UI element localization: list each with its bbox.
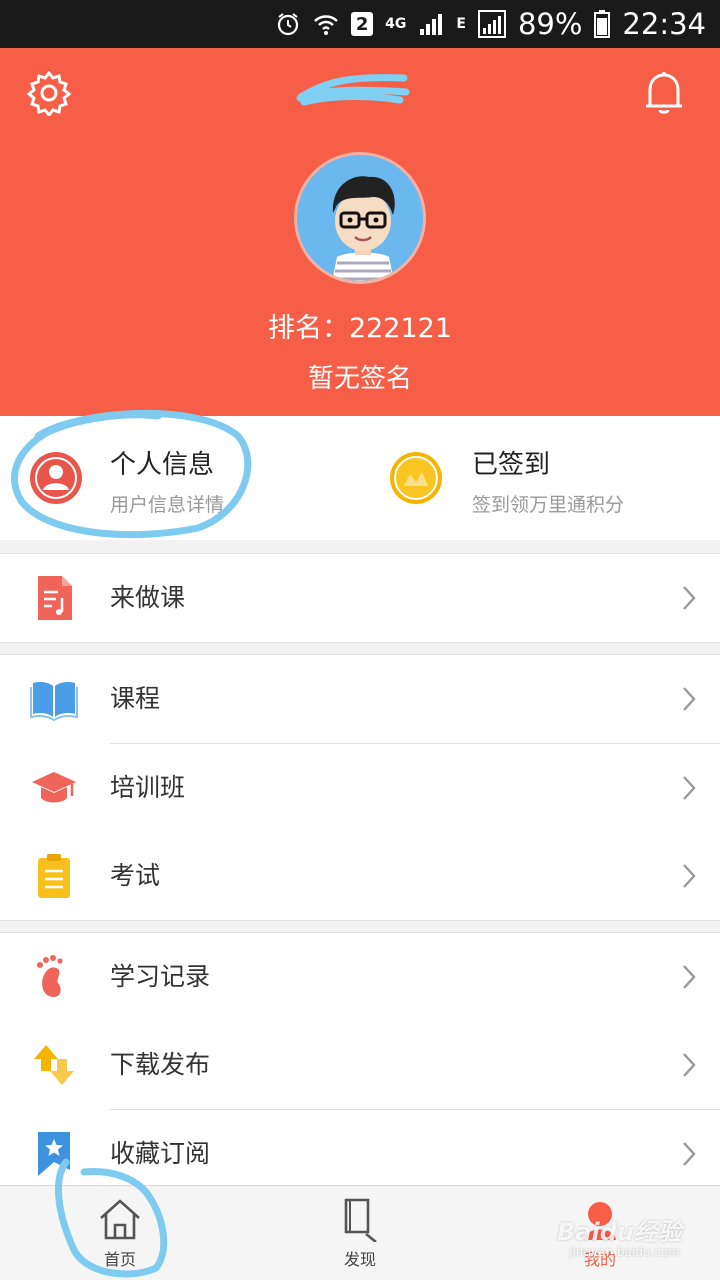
signal-icon-2 <box>477 10 506 38</box>
notification-bell-icon[interactable] <box>642 70 686 116</box>
menu-group-2: 课程 培训班 考试 <box>0 654 720 921</box>
network-e-label: E <box>456 16 466 32</box>
personal-info-entry[interactable]: 个人信息 用户信息详情 <box>0 416 360 540</box>
personal-info-title: 个人信息 <box>110 450 215 480</box>
chevron-right-icon <box>683 776 696 800</box>
user-profile-icon <box>30 452 82 504</box>
sim-indicator: 2 <box>351 12 374 36</box>
document-music-icon <box>30 574 78 622</box>
menu-group-1: 来做课 <box>0 553 720 643</box>
baidu-watermark: Baidu经验 <box>557 1218 682 1246</box>
chevron-right-icon <box>683 1053 696 1077</box>
footprint-icon <box>30 953 78 1001</box>
chevron-right-icon <box>683 864 696 888</box>
menu-item-study-record[interactable]: 学习记录 <box>0 933 720 1021</box>
baidu-watermark-url: jingyan.baidu.com <box>569 1245 680 1259</box>
menu-item-label: 培训班 <box>110 773 186 802</box>
menu-item-label: 学习记录 <box>110 962 211 991</box>
menu-item-label: 来做课 <box>110 583 186 612</box>
graduation-cap-icon <box>30 764 78 812</box>
checkin-entry[interactable]: 已签到 签到领万里通积分 <box>360 416 720 540</box>
tab-home[interactable]: 首页 <box>0 1186 240 1280</box>
menu-group-3: 学习记录 下载发布 收藏订阅 <box>0 932 720 1192</box>
checkin-title: 已签到 <box>472 450 551 480</box>
menu-item-courses[interactable]: 课程 <box>0 655 720 743</box>
battery-icon <box>594 10 611 38</box>
status-bar: 2 4G E 89% 22:34 <box>0 0 720 48</box>
clipboard-icon <box>30 852 78 900</box>
chevron-right-icon <box>683 965 696 989</box>
menu-item-lecture[interactable]: 来做课 <box>0 554 720 642</box>
battery-percent: 89% <box>517 7 583 41</box>
menu-item-label: 收藏订阅 <box>110 1139 211 1168</box>
profile-header: 排名：222121 暂无签名 <box>0 48 720 416</box>
redacted-title-scribble <box>296 74 410 106</box>
bookmark-star-icon <box>30 1130 78 1178</box>
chevron-right-icon <box>683 1142 696 1166</box>
tab-discover[interactable]: 发现 <box>240 1186 480 1280</box>
clock: 22:34 <box>622 7 706 41</box>
rank-text: 排名：222121 <box>267 313 453 344</box>
up-down-arrows-icon <box>30 1041 78 1089</box>
chevron-right-icon <box>683 586 696 610</box>
personal-info-subtitle: 用户信息详情 <box>110 494 225 516</box>
discover-icon <box>344 1198 377 1242</box>
checkin-subtitle: 签到领万里通积分 <box>472 494 625 516</box>
signal-icon <box>418 11 444 37</box>
menu-item-favorites[interactable]: 收藏订阅 <box>0 1110 720 1191</box>
menu-item-label: 考试 <box>110 861 161 890</box>
signature-text[interactable]: 暂无签名 <box>0 358 720 395</box>
chevron-right-icon <box>683 687 696 711</box>
menu-item-training[interactable]: 培训班 <box>0 744 720 832</box>
menu-item-exam[interactable]: 考试 <box>0 832 720 920</box>
avatar[interactable] <box>294 152 426 284</box>
menu-item-label: 下载发布 <box>110 1050 211 1079</box>
tab-home-label: 首页 <box>103 1250 136 1269</box>
alarm-icon <box>275 11 301 37</box>
book-icon <box>30 675 78 723</box>
settings-gear-icon[interactable] <box>26 70 72 118</box>
home-icon <box>100 1199 140 1240</box>
wifi-icon <box>313 12 339 36</box>
network-4g-label: 4G <box>385 16 407 32</box>
info-row: 个人信息 用户信息详情 已签到 签到领万里通积分 <box>0 416 720 540</box>
checkin-coin-icon <box>390 452 442 504</box>
menu-item-download-publish[interactable]: 下载发布 <box>0 1021 720 1109</box>
tab-discover-label: 发现 <box>343 1250 376 1269</box>
menu-item-label: 课程 <box>110 684 161 713</box>
